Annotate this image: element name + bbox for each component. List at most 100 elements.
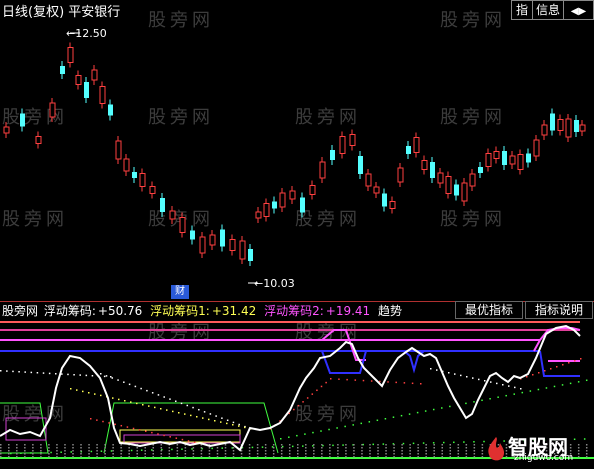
indicator-dot bbox=[96, 419, 98, 421]
candle-body bbox=[209, 234, 216, 246]
indicator-dot bbox=[118, 398, 120, 401]
financial-report-badge[interactable]: 财 bbox=[171, 285, 189, 299]
indicator-dot bbox=[481, 399, 483, 402]
indicator-dot bbox=[168, 447, 171, 449]
indicator-dot bbox=[321, 453, 323, 455]
candle-body bbox=[526, 153, 531, 163]
indicator-dot bbox=[311, 393, 314, 395]
indicator-dot bbox=[24, 453, 26, 455]
indicator-dot bbox=[297, 453, 299, 455]
indicator-dot bbox=[402, 442, 405, 445]
indicator-dot bbox=[484, 380, 486, 382]
indicator-dot bbox=[12, 370, 14, 373]
indicator-dot bbox=[422, 442, 425, 444]
indicator-dot bbox=[124, 400, 126, 402]
indicator-dot bbox=[104, 453, 106, 455]
indicator-dot bbox=[20, 452, 22, 454]
indicator-dot bbox=[32, 444, 34, 446]
indicator-dot bbox=[80, 444, 82, 446]
candle-body bbox=[550, 113, 555, 131]
best-indicator-button[interactable]: 最优指标 bbox=[455, 301, 523, 319]
indicator-dot bbox=[169, 436, 171, 438]
indicator-dot bbox=[305, 456, 307, 458]
indicator-dot bbox=[409, 444, 411, 446]
candle-body bbox=[199, 236, 206, 254]
indicator-dot bbox=[288, 444, 291, 446]
indicator-dot bbox=[94, 393, 96, 395]
indicator-dot bbox=[157, 433, 159, 435]
indicator-dot bbox=[465, 444, 468, 446]
candle-body bbox=[493, 151, 500, 159]
indicator-dot bbox=[384, 418, 387, 420]
candle-body bbox=[229, 239, 236, 251]
indicator-dot bbox=[312, 431, 314, 434]
indicator-dot bbox=[111, 377, 114, 379]
indicator-dot bbox=[88, 456, 90, 458]
indicator-dot bbox=[353, 456, 355, 458]
indicator-dot bbox=[336, 427, 338, 429]
indicator-dot bbox=[152, 456, 155, 458]
indicator-dot bbox=[320, 430, 322, 432]
indicator-dot bbox=[449, 456, 452, 458]
indicator-dot bbox=[361, 456, 363, 458]
indicator-dot bbox=[132, 427, 135, 430]
indicator-explain-button[interactable]: 指标说明 bbox=[525, 301, 593, 319]
indicator-dot bbox=[104, 450, 106, 452]
indicator-dot bbox=[8, 444, 10, 446]
indicator-dot bbox=[457, 453, 460, 455]
indicator-dot bbox=[417, 447, 419, 449]
trend-label: 趋势 bbox=[378, 304, 403, 318]
indicator-dot bbox=[537, 388, 540, 391]
indicator-dot bbox=[144, 450, 146, 452]
indicator-dot bbox=[345, 450, 347, 452]
indicator-dot bbox=[305, 447, 307, 449]
indicator-dot bbox=[100, 450, 103, 452]
indicator-dot bbox=[502, 384, 504, 386]
indicator-dot bbox=[313, 450, 315, 452]
indicator-dot bbox=[416, 411, 419, 414]
candle-body bbox=[20, 113, 25, 127]
indicator-dot bbox=[198, 408, 200, 411]
indicator-dot bbox=[216, 447, 219, 449]
indicator-dot bbox=[401, 453, 403, 455]
indicator-dot bbox=[481, 456, 484, 458]
indicator-dot bbox=[297, 404, 300, 407]
indicator-dot bbox=[280, 444, 283, 446]
indicator-dot bbox=[16, 447, 18, 449]
indicator-dot bbox=[232, 424, 234, 426]
candlestick-chart[interactable] bbox=[0, 0, 594, 300]
indicator-dot bbox=[0, 450, 2, 452]
indicator-dot bbox=[232, 421, 235, 424]
candle-body bbox=[421, 160, 428, 170]
indicator-dot bbox=[181, 448, 183, 450]
indicator-dot bbox=[82, 390, 84, 393]
candle-body bbox=[115, 140, 122, 160]
candle-body bbox=[309, 185, 316, 195]
indicator-dot bbox=[368, 421, 371, 423]
indicator-dot bbox=[160, 450, 163, 452]
candle-body bbox=[263, 203, 270, 217]
indicator-dot bbox=[224, 453, 227, 455]
indicator-dot bbox=[304, 433, 306, 435]
indicator-dot bbox=[112, 456, 114, 458]
indicator-dot bbox=[377, 450, 379, 452]
indicator-dot bbox=[372, 443, 375, 446]
indicator-dot bbox=[545, 387, 548, 389]
indicator-dot bbox=[128, 447, 130, 449]
indicator-dot bbox=[449, 444, 452, 446]
indicator-dot bbox=[337, 447, 339, 449]
indicator-dot bbox=[8, 453, 10, 455]
indicator-dot bbox=[466, 376, 468, 378]
indicator-dot bbox=[280, 438, 282, 440]
candle-body bbox=[248, 249, 253, 261]
indicator-dot bbox=[160, 453, 163, 455]
indicator-dot bbox=[112, 453, 114, 455]
indicator-dot bbox=[240, 453, 243, 455]
indicator-dot bbox=[272, 447, 275, 449]
indicator-dot bbox=[321, 456, 323, 458]
candle-body bbox=[132, 172, 137, 178]
indicator-dot bbox=[144, 453, 146, 455]
indicator-dot bbox=[24, 371, 26, 373]
indicator-dot bbox=[532, 374, 534, 376]
indicator-dot bbox=[163, 434, 165, 437]
